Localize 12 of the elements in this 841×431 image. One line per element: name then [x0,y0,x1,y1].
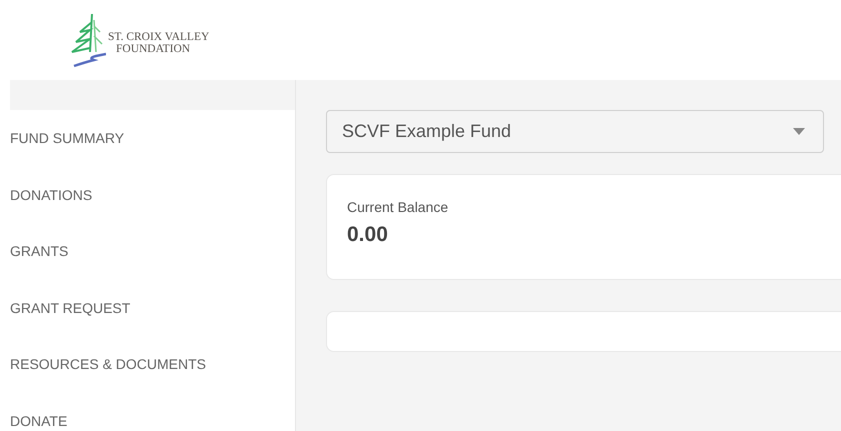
sidebar-item[interactable]: GRANT REQUEST [0,280,295,336]
sidebar-item[interactable]: RESOURCES & DOCUMENTS [0,336,295,392]
sidebar-item[interactable]: GRANTS [0,223,295,280]
balance-value: 0.00 [347,223,389,247]
logo-text: ST. CROIX VALLEY [108,31,210,43]
sidebar-item[interactable]: FUND SUMMARY [0,110,295,166]
sidebar-item[interactable]: DONATIONS [0,166,295,223]
sidebar-item[interactable]: DONATE [0,392,295,431]
logo-text: FOUNDATION [115,43,192,55]
balance-label: Current Balance [347,199,450,215]
caret-icon [793,128,805,135]
fund-select[interactable]: SCVF Example Fund [326,110,824,153]
